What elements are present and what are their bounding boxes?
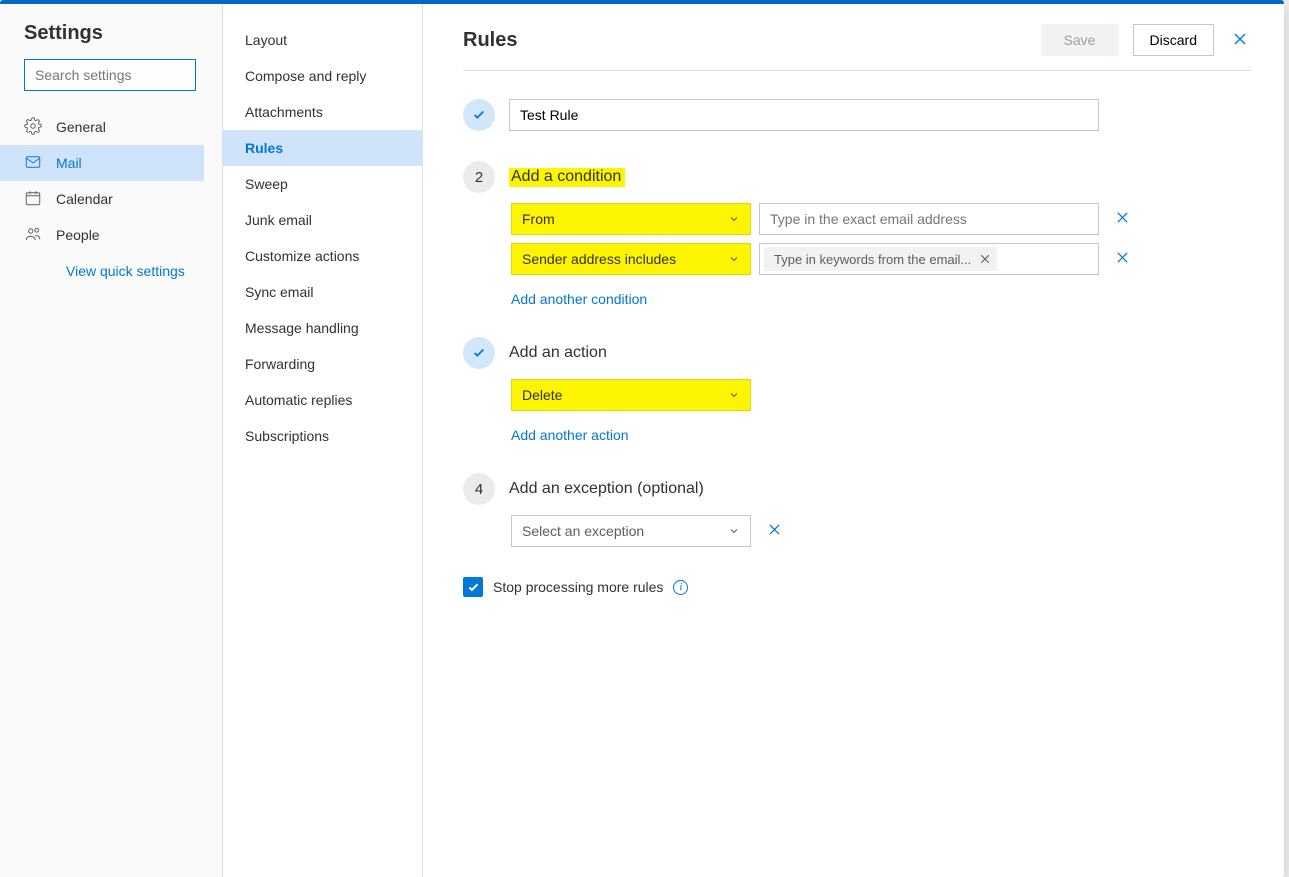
category-calendar[interactable]: Calendar — [0, 181, 204, 217]
quick-settings-link[interactable]: View quick settings — [66, 263, 204, 279]
remove-exception-icon[interactable] — [767, 522, 782, 540]
subnav-item-subscriptions[interactable]: Subscriptions — [223, 418, 422, 454]
close-icon[interactable] — [1228, 27, 1252, 54]
condition-value-input[interactable] — [759, 203, 1099, 235]
settings-title: Settings — [24, 22, 204, 45]
page-title: Rules — [463, 29, 517, 52]
subnav-item-automatic-replies[interactable]: Automatic replies — [223, 382, 422, 418]
step-number: 4 — [463, 473, 495, 505]
exception-step: 4 Add an exception (optional) Select an … — [463, 473, 1252, 547]
discard-button[interactable]: Discard — [1133, 24, 1214, 56]
category-people[interactable]: People — [0, 217, 204, 253]
exception-dropdown[interactable]: Select an exception — [511, 515, 751, 547]
subnav-item-layout[interactable]: Layout — [223, 22, 422, 58]
chevron-down-icon — [728, 389, 740, 401]
category-label: General — [56, 119, 106, 135]
category-mail[interactable]: Mail — [0, 145, 204, 181]
subnav-item-attachments[interactable]: Attachments — [223, 94, 422, 130]
mail-icon — [24, 153, 42, 174]
keyword-tag: Type in keywords from the email... — [764, 247, 997, 271]
chevron-down-icon — [728, 525, 740, 537]
subnav-item-rules[interactable]: Rules — [223, 130, 422, 166]
category-label: Calendar — [56, 191, 113, 207]
step-title: Add an exception (optional) — [509, 480, 704, 498]
stop-processing-label: Stop processing more rules — [493, 579, 663, 595]
subnav-item-compose-and-reply[interactable]: Compose and reply — [223, 58, 422, 94]
calendar-icon — [24, 189, 42, 210]
action-dropdown[interactable]: Delete — [511, 379, 751, 411]
category-label: Mail — [56, 155, 82, 171]
category-general[interactable]: General — [0, 109, 204, 145]
condition-type-dropdown[interactable]: Sender address includes — [511, 243, 751, 275]
stop-processing-row: Stop processing more rules i — [463, 577, 1252, 597]
people-icon — [24, 225, 42, 246]
subnav-item-customize-actions[interactable]: Customize actions — [223, 238, 422, 274]
remove-condition-icon[interactable] — [1115, 210, 1130, 228]
info-icon[interactable]: i — [673, 580, 688, 595]
remove-tag-icon[interactable] — [979, 253, 991, 265]
subnav-item-junk-email[interactable]: Junk email — [223, 202, 422, 238]
save-button[interactable]: Save — [1041, 24, 1119, 56]
step-complete-icon — [463, 99, 495, 131]
remove-condition-icon[interactable] — [1115, 250, 1130, 268]
stop-processing-checkbox[interactable] — [463, 577, 483, 597]
condition-tag-input[interactable]: Type in keywords from the email... — [759, 243, 1099, 275]
step-complete-icon — [463, 337, 495, 369]
settings-content: Rules Save Discard 2 Add a condition — [423, 4, 1284, 877]
settings-dialog: Settings General Mail Calendar People Vi… — [0, 0, 1284, 877]
action-step: Add an action Delete Add another action — [463, 337, 1252, 443]
subnav-item-sync-email[interactable]: Sync email — [223, 274, 422, 310]
subnav-item-sweep[interactable]: Sweep — [223, 166, 422, 202]
settings-sidebar: Settings General Mail Calendar People Vi… — [0, 4, 222, 877]
subnav-item-forwarding[interactable]: Forwarding — [223, 346, 422, 382]
step-title: Add an action — [509, 344, 607, 362]
step-number: 2 — [463, 161, 495, 193]
step-title: Add a condition — [509, 168, 625, 186]
add-action-link[interactable]: Add another action — [511, 427, 629, 443]
condition-type-dropdown[interactable]: From — [511, 203, 751, 235]
rule-name-step — [463, 99, 1252, 131]
search-input[interactable] — [24, 59, 196, 91]
gear-icon — [24, 117, 42, 138]
category-label: People — [56, 227, 100, 243]
add-condition-link[interactable]: Add another condition — [511, 291, 647, 307]
condition-step: 2 Add a condition From Sender address in… — [463, 161, 1252, 307]
chevron-down-icon — [728, 253, 740, 265]
rule-name-input[interactable] — [509, 99, 1099, 131]
settings-subnav: LayoutCompose and replyAttachmentsRulesS… — [222, 4, 423, 877]
chevron-down-icon — [728, 213, 740, 225]
subnav-item-message-handling[interactable]: Message handling — [223, 310, 422, 346]
